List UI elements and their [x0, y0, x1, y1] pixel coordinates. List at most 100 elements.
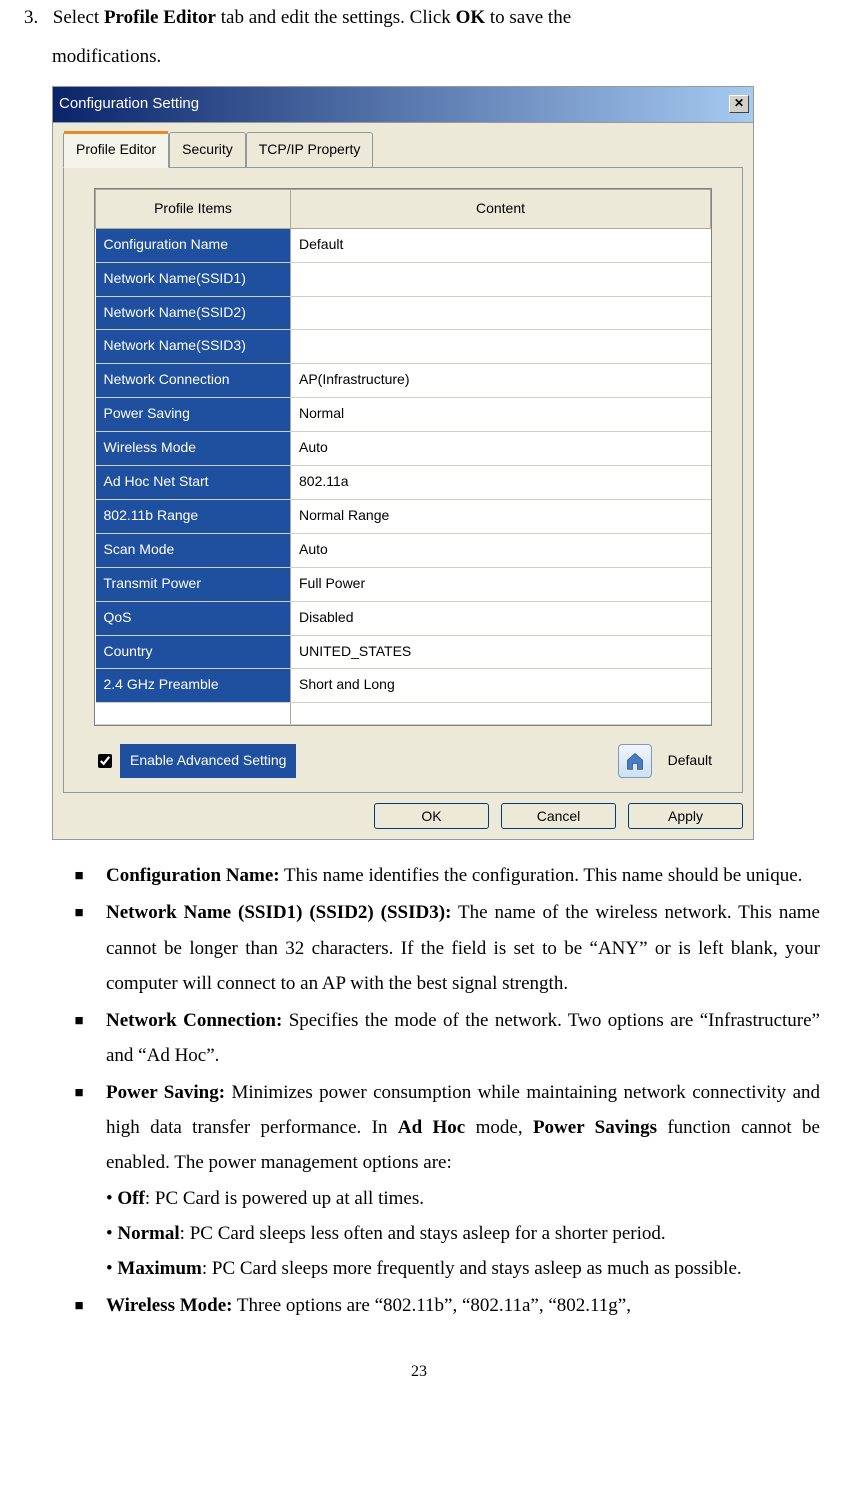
row-value: Auto — [291, 432, 711, 466]
bullet-list: ■ Configuration Name: This name identifi… — [72, 858, 826, 1323]
table-row[interactable]: Scan ModeAuto — [96, 533, 711, 567]
sub-text: : PC Card sleeps more frequently and sta… — [202, 1258, 742, 1279]
step-text: modifications. — [52, 39, 826, 74]
row-key: Network Name(SSID2) — [96, 296, 291, 330]
item-text: mode, — [465, 1117, 533, 1138]
bullet-icon: ■ — [72, 900, 86, 1000]
sub-item: • Maximum: PC Card sleeps more frequentl… — [106, 1251, 820, 1286]
button-row: OK Cancel Apply — [53, 803, 753, 839]
row-value: AP(Infrastructure) — [291, 364, 711, 398]
step-text: tab and edit the settings. Click — [216, 7, 456, 28]
table-row[interactable]: Power SavingNormal — [96, 398, 711, 432]
row-key: Transmit Power — [96, 567, 291, 601]
row-key: Power Saving — [96, 398, 291, 432]
bullet-icon: ■ — [72, 1293, 86, 1323]
row-key: Ad Hoc Net Start — [96, 466, 291, 500]
table-row[interactable]: QoSDisabled — [96, 601, 711, 635]
row-key: 802.11b Range — [96, 499, 291, 533]
sub-item: • Off: PC Card is powered up at all time… — [106, 1181, 820, 1216]
sub-bullet: • — [106, 1223, 117, 1244]
ok-button[interactable]: OK — [374, 803, 489, 829]
advanced-row: Enable Advanced Setting Default — [94, 726, 712, 778]
row-value — [291, 296, 711, 330]
sub-title: Normal — [117, 1223, 179, 1244]
table-row[interactable]: 2.4 GHz PreambleShort and Long — [96, 669, 711, 703]
list-item: ■ Configuration Name: This name identifi… — [72, 858, 820, 893]
row-value: 802.11a — [291, 466, 711, 500]
item-title: Configuration Name: — [106, 865, 280, 886]
row-value: Short and Long — [291, 669, 711, 703]
tab-security[interactable]: Security — [169, 132, 246, 167]
list-item: ■ Network Connection: Specifies the mode… — [72, 1003, 820, 1073]
item-title: Power Saving: — [106, 1082, 225, 1103]
table-row[interactable]: Transmit PowerFull Power — [96, 567, 711, 601]
window-title: Configuration Setting — [59, 90, 199, 118]
row-value: Full Power — [291, 567, 711, 601]
column-header-content[interactable]: Content — [291, 189, 711, 228]
row-value: UNITED_STATES — [291, 635, 711, 669]
tab-profile-editor[interactable]: Profile Editor — [63, 132, 169, 168]
row-value — [291, 330, 711, 364]
item-title: Network Name (SSID1) (SSID2) (SSID3): — [106, 902, 451, 923]
item-text: This name identifies the configuration. … — [280, 865, 803, 886]
step-text: Select — [53, 7, 104, 28]
step-number: 3. — [24, 0, 48, 35]
table-row[interactable]: 802.11b RangeNormal Range — [96, 499, 711, 533]
table-row[interactable]: Ad Hoc Net Start802.11a — [96, 466, 711, 500]
list-item: ■ Network Name (SSID1) (SSID2) (SSID3): … — [72, 895, 820, 1000]
item-text-bold: Power Savings — [533, 1117, 657, 1138]
table-row[interactable]: Configuration NameDefault — [96, 228, 711, 262]
row-value: Auto — [291, 533, 711, 567]
step-text-bold: Profile Editor — [104, 7, 216, 28]
bullet-icon: ■ — [72, 863, 86, 893]
row-key: Network Connection — [96, 364, 291, 398]
sub-text: : PC Card sleeps less often and stays as… — [180, 1223, 666, 1244]
enable-advanced-label: Enable Advanced Setting — [120, 744, 296, 778]
row-key: 2.4 GHz Preamble — [96, 669, 291, 703]
table-row[interactable]: Network ConnectionAP(Infrastructure) — [96, 364, 711, 398]
sub-bullet: • — [106, 1258, 117, 1279]
row-key: Network Name(SSID1) — [96, 262, 291, 296]
bullet-icon: ■ — [72, 1080, 86, 1286]
table-row[interactable]: CountryUNITED_STATES — [96, 635, 711, 669]
sub-title: Off — [117, 1188, 144, 1209]
item-title: Network Connection: — [106, 1010, 282, 1031]
row-value: Normal — [291, 398, 711, 432]
row-key: Wireless Mode — [96, 432, 291, 466]
tab-content: Profile Items Content Configuration Name… — [63, 167, 743, 793]
profile-grid: Profile Items Content Configuration Name… — [94, 188, 712, 726]
default-label: Default — [668, 748, 712, 774]
enable-advanced-checkbox[interactable] — [98, 754, 112, 768]
sub-text: : PC Card is powered up at all times. — [145, 1188, 424, 1209]
item-title: Wireless Mode: — [106, 1295, 232, 1316]
bullet-icon: ■ — [72, 1008, 86, 1073]
table-row[interactable]: Network Name(SSID1) — [96, 262, 711, 296]
close-icon[interactable]: ✕ — [729, 95, 749, 113]
row-value: Normal Range — [291, 499, 711, 533]
row-key: Network Name(SSID3) — [96, 330, 291, 364]
titlebar: Configuration Setting ✕ — [53, 87, 753, 123]
step-instruction: 3. Select Profile Editor tab and edit th… — [24, 0, 826, 35]
row-key: QoS — [96, 601, 291, 635]
table-row[interactable]: Wireless ModeAuto — [96, 432, 711, 466]
column-header-items[interactable]: Profile Items — [96, 189, 291, 228]
table-row[interactable]: Network Name(SSID2) — [96, 296, 711, 330]
table-row — [96, 703, 711, 725]
sub-item: • Normal: PC Card sleeps less often and … — [106, 1216, 820, 1251]
row-value: Disabled — [291, 601, 711, 635]
sub-title: Maximum — [117, 1258, 201, 1279]
apply-button[interactable]: Apply — [628, 803, 743, 829]
row-key: Configuration Name — [96, 228, 291, 262]
list-item: ■ Power Saving: Minimizes power consumpt… — [72, 1075, 820, 1286]
sub-bullet: • — [106, 1188, 117, 1209]
row-value: Default — [291, 228, 711, 262]
config-setting-window: Configuration Setting ✕ Profile EditorSe… — [52, 86, 754, 840]
page-number: 23 — [12, 1357, 826, 1387]
row-value — [291, 703, 711, 725]
home-icon[interactable] — [618, 744, 652, 778]
cancel-button[interactable]: Cancel — [501, 803, 616, 829]
tab-tcpip-property[interactable]: TCP/IP Property — [246, 132, 374, 167]
row-key — [96, 703, 291, 725]
tab-strip: Profile EditorSecurityTCP/IP Property — [53, 123, 753, 167]
table-row[interactable]: Network Name(SSID3) — [96, 330, 711, 364]
